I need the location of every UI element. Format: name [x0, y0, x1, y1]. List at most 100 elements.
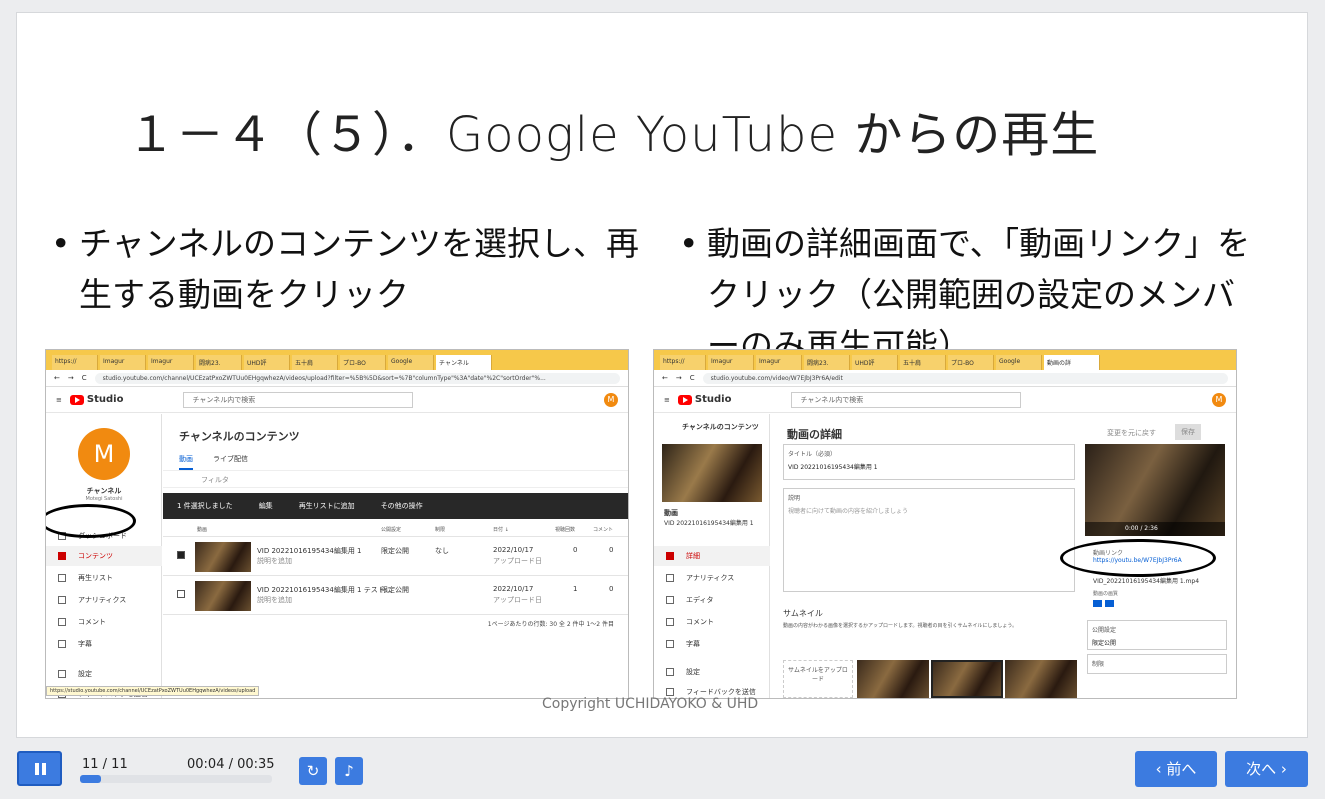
- studio-search: チャンネル内で検索: [791, 391, 1022, 408]
- time-display: 00:04 / 00:35: [187, 757, 275, 772]
- nav-subtitles: 字幕: [46, 634, 162, 654]
- studio-logo: Studio: [69, 394, 123, 405]
- nav-settings: 設定: [654, 662, 770, 682]
- studio-sidebar: M チャンネル Motegi Satoshi ダッシュボード コンテンツ 再生リ…: [46, 414, 162, 698]
- nav-comments: コメント: [654, 612, 770, 632]
- video-thumbnail: [662, 444, 762, 502]
- channel-avatar: M: [78, 428, 130, 480]
- browser-tab: https://: [52, 355, 98, 370]
- video-preview: 0:00 / 2:36: [1085, 444, 1225, 536]
- highlight-oval: [1060, 539, 1216, 577]
- studio-header: ≡ Studio チャンネル内で検索 M: [46, 387, 628, 413]
- save-button: 保存: [1175, 424, 1201, 440]
- pause-icon: [35, 763, 39, 775]
- browser-tab: プロ-BO: [948, 355, 994, 370]
- browser-tab: UHD評: [852, 355, 898, 370]
- browser-tab: 五十肩: [292, 355, 338, 370]
- reload-icon: C: [689, 374, 695, 382]
- channel-owner: Motegi Satoshi: [85, 496, 123, 502]
- filter-bar: フィルタ: [163, 470, 628, 488]
- thumbnail-option: [857, 660, 929, 698]
- slide-counter: 11 / 11: [82, 757, 128, 772]
- screenshot-channel-content: https:// Imagur Imagur 闘病23. UHD評 五十肩 プロ…: [45, 349, 629, 699]
- nav-analytics: アナリティクス: [654, 568, 770, 588]
- table-header: 動画 公開設定 制限 日付 ↓ 視聴回数 コメント: [163, 521, 628, 537]
- avatar: M: [604, 392, 618, 407]
- bullet-1-text: チャンネルのコンテンツを選択し、再生する動画をクリック: [79, 224, 640, 314]
- chevron-left-icon: ‹: [1155, 760, 1167, 778]
- visibility-box: 公開設定 限定公開: [1087, 620, 1227, 650]
- back-label: チャンネルのコンテンツ: [682, 423, 759, 431]
- selection-count: 1 件選択しました: [177, 502, 233, 510]
- chevron-right-icon: ›: [1276, 760, 1287, 778]
- pager: 1ページあたりの行数: 30 全 2 件中 1～2 件目: [487, 621, 614, 628]
- details-heading: 動画の詳細: [787, 428, 842, 441]
- studio-logo: Studio: [677, 394, 731, 405]
- forward-icon: →: [67, 374, 74, 382]
- sd-badge-icon: [1093, 600, 1102, 607]
- action-add-playlist: 再生リストに追加: [298, 502, 355, 510]
- browser-tab: 闘病23.: [804, 355, 850, 370]
- content-panel: チャンネルのコンテンツ 動画 ライブ配信 フィルタ 1 件選択しました 編集 再…: [163, 414, 628, 698]
- bullet-1: • チャンネルのコンテンツを選択し、再生する動画をクリック: [51, 224, 640, 314]
- nav-analytics: アナリティクス: [46, 590, 162, 610]
- nav-playlists: 再生リスト: [46, 568, 162, 588]
- url-field: studio.youtube.com/channel/UCEzatPxoZWTU…: [94, 372, 620, 384]
- thumbnail-desc: 動画の内容がわかる画像を選択するかアップロードします。視聴者の目を引くサムネイル…: [783, 623, 1018, 629]
- browser-tab: Imagur: [756, 355, 802, 370]
- action-more: その他の操作: [380, 502, 423, 510]
- nav-content: コンテンツ: [46, 546, 162, 566]
- thumbnail-option: [1005, 660, 1077, 698]
- pause-button[interactable]: [17, 751, 62, 786]
- action-edit: 編集: [258, 502, 273, 510]
- browser-tabbar: https:// Imagur Imagur 闘病23. UHD評 五十肩 プロ…: [46, 350, 628, 370]
- video-controls: 0:00 / 2:36: [1085, 522, 1225, 536]
- browser-tab: 五十肩: [900, 355, 946, 370]
- progress-fill: [80, 775, 102, 783]
- hd-badge-icon: [1105, 600, 1114, 607]
- quality-label: 動画の画質: [1093, 591, 1119, 597]
- browser-tabbar: https:// Imagur Imagur 闘病23. UHD評 五十肩 プロ…: [654, 350, 1236, 370]
- browser-tab: https://: [660, 355, 706, 370]
- back-icon: ←: [54, 374, 60, 382]
- browser-tab: Imagur: [100, 355, 146, 370]
- prev-button[interactable]: ‹ 前へ: [1135, 751, 1217, 787]
- description-field: 説明 視聴者に向けて動画の内容を紹介しましょう: [783, 488, 1075, 592]
- thumbnail-option-selected: [931, 660, 1003, 698]
- table-row: VID 20221016195434編集用 1 テスト... 説明を追加 限定公…: [163, 577, 628, 615]
- subtab-live: ライブ配信: [213, 455, 248, 463]
- content-heading: チャンネルのコンテンツ: [179, 430, 300, 443]
- copyright: Copyright UCHIDAYOKO & UHD: [542, 696, 759, 712]
- menu-icon: ≡: [664, 395, 670, 404]
- studio-search: チャンネル内で検索: [183, 391, 414, 408]
- bullet-2-text: 動画の詳細画面で、「動画リンク」をクリック（公開範囲の設定のメンバーのみ再生可能…: [707, 224, 1251, 365]
- restriction-box: 制限: [1087, 654, 1227, 674]
- url-field: studio.youtube.com/video/W7EJbJ3Pr6A/edi…: [702, 372, 1228, 384]
- table-row: VID 20221016195434編集用 1 説明を追加 限定公開 なし 20…: [163, 538, 628, 576]
- subtab-videos: 動画: [179, 454, 193, 470]
- browser-tab: Google: [388, 355, 434, 370]
- slide: １－４（５）．Google YouTube からの再生 • チャンネルのコンテンツ…: [16, 12, 1308, 738]
- forward-icon: →: [675, 374, 682, 382]
- studio-header: ≡ Studio チャンネル内で検索 M: [654, 387, 1236, 413]
- next-button[interactable]: 次へ ›: [1225, 751, 1308, 787]
- nav-subtitles: 字幕: [654, 634, 770, 654]
- selection-bar: 1 件選択しました 編集 再生リストに追加 その他の操作: [163, 493, 628, 519]
- replay-button[interactable]: ↻: [299, 757, 327, 785]
- avatar: M: [1212, 392, 1226, 407]
- browser-tab: 闘病23.: [196, 355, 242, 370]
- content-subtabs: 動画 ライブ配信: [179, 454, 248, 470]
- reload-icon: C: [81, 374, 87, 382]
- video-thumbnail: [195, 581, 251, 611]
- browser-tab-active: チャンネル: [436, 355, 492, 370]
- nav-editor: エディタ: [654, 590, 770, 610]
- progress-bar[interactable]: [80, 775, 272, 783]
- nav-settings: 設定: [46, 664, 162, 684]
- nav-details: 詳細: [654, 546, 770, 566]
- title-field: タイトル（必須） VID 20221016195434編集用 1: [783, 444, 1075, 480]
- volume-button[interactable]: ♪: [335, 757, 363, 785]
- menu-icon: ≡: [56, 395, 62, 404]
- screenshot-video-details: https:// Imagur Imagur 闘病23. UHD評 五十肩 プロ…: [653, 349, 1237, 699]
- slide-title: １－４（５）．Google YouTube からの再生: [127, 107, 1100, 163]
- slide-viewer: １－４（５）．Google YouTube からの再生 • チャンネルのコンテンツ…: [0, 0, 1325, 799]
